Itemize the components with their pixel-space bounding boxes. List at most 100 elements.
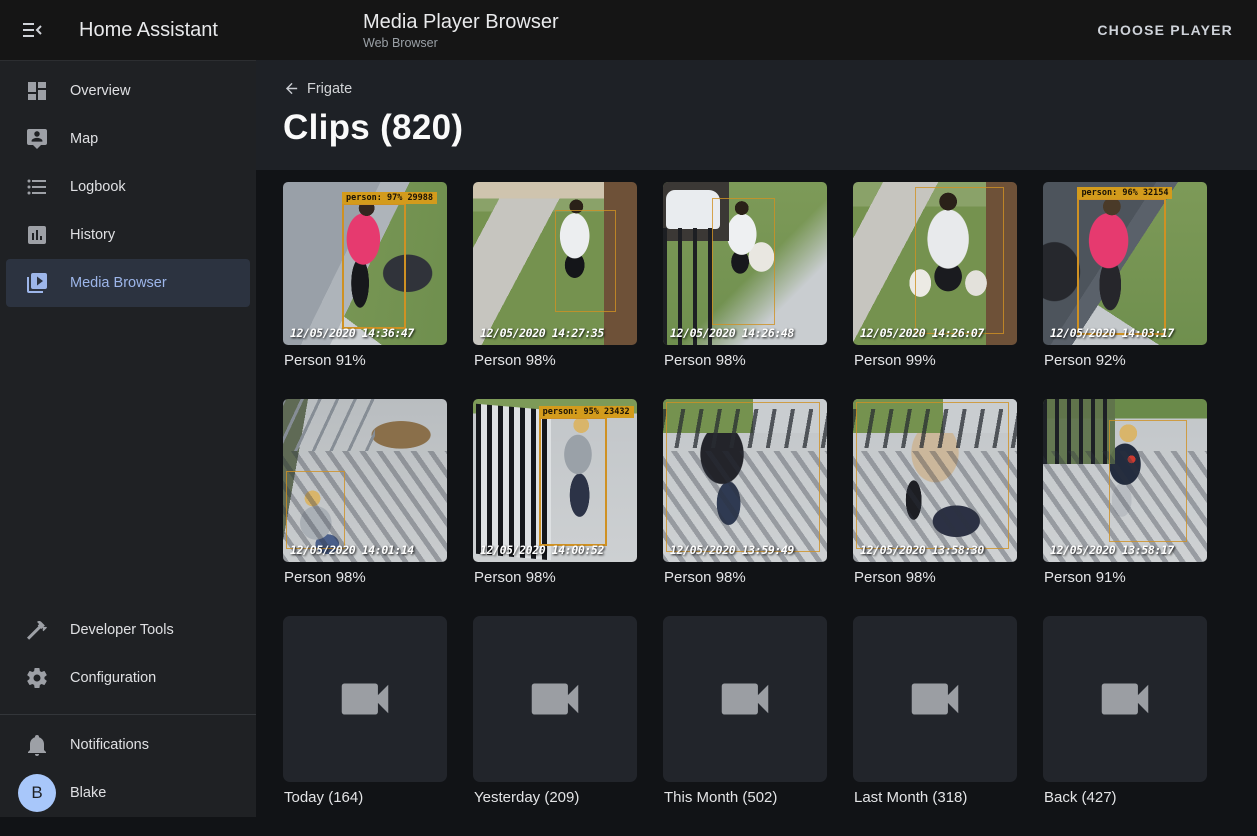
clip-timestamp: 12/05/2020 14:01:14 [290, 543, 414, 557]
folder-card-today[interactable]: Today (164) [283, 616, 447, 806]
app-header: Home Assistant Media Player Browser Web … [0, 0, 1257, 60]
folder-tile [283, 616, 447, 782]
clip-thumbnail: person: 97% 29988 12/05/2020 14:36:47 [283, 182, 447, 345]
detection-bbox [915, 187, 1004, 334]
user-avatar: B [18, 774, 56, 812]
clip-label: Person 98% [854, 569, 1017, 586]
folder-card-this-month[interactable]: This Month (502) [663, 616, 827, 806]
clip-card[interactable]: 12/05/2020 13:58:30 Person 98% [853, 399, 1017, 586]
video-icon [714, 668, 776, 730]
clip-timestamp: 12/05/2020 14:03:17 [1050, 326, 1174, 340]
detection-bbox: person: 96% 32154 [1077, 198, 1166, 335]
folder-label: Back (427) [1044, 789, 1207, 806]
clip-label: Person 98% [664, 352, 827, 369]
clip-label: Person 98% [284, 569, 447, 586]
clip-thumbnail: 12/05/2020 13:58:17 [1043, 399, 1207, 562]
sidebar-toggle-icon[interactable] [20, 18, 44, 42]
clip-card[interactable]: 12/05/2020 13:59:49 Person 98% [663, 399, 827, 586]
video-icon [334, 668, 396, 730]
folder-tile [473, 616, 637, 782]
clip-card[interactable]: person: 97% 29988 12/05/2020 14:36:47 Pe… [283, 182, 447, 369]
clip-card[interactable]: 12/05/2020 14:26:48 Person 98% [663, 182, 827, 369]
media-browser-panel: Frigate Clips (820) person: 97% 29988 12… [256, 60, 1257, 817]
breadcrumb[interactable]: Frigate [283, 80, 352, 97]
folder-tile [663, 616, 827, 782]
detection-bbox [712, 198, 774, 325]
clip-thumbnail: person: 95% 23432 12/05/2020 14:00:52 [473, 399, 637, 562]
sidebar-item-configuration[interactable]: Configuration [6, 654, 250, 702]
video-icon [904, 668, 966, 730]
clip-card[interactable]: 12/05/2020 13:58:17 Person 91% [1043, 399, 1207, 586]
sidebar-item-user[interactable]: B Blake [6, 769, 250, 817]
art-railing [283, 399, 375, 451]
clip-label: Person 98% [474, 352, 637, 369]
sidebar-item-history[interactable]: History [6, 211, 250, 259]
app-title: Home Assistant [79, 19, 239, 42]
clip-label: Person 92% [1044, 352, 1207, 369]
clip-card[interactable]: 12/05/2020 14:27:35 Person 98% [473, 182, 637, 369]
breadcrumb-label: Frigate [307, 81, 352, 97]
sidebar-item-media-browser[interactable]: Media Browser [6, 259, 250, 307]
detection-bbox [286, 471, 345, 549]
clip-card[interactable]: person: 96% 32154 12/05/2020 14:03:17 Pe… [1043, 182, 1207, 369]
sidebar-item-label: Configuration [70, 670, 156, 686]
clip-label: Person 98% [474, 569, 637, 586]
detection-bbox [1109, 420, 1188, 542]
video-icon [1094, 668, 1156, 730]
clip-label: Person 99% [854, 352, 1017, 369]
arrow-left-icon [283, 80, 300, 97]
clip-timestamp: 12/05/2020 13:58:17 [1050, 543, 1174, 557]
choose-player-button[interactable]: CHOOSE PLAYER [1085, 12, 1245, 48]
clip-timestamp: 12/05/2020 13:58:30 [860, 543, 984, 557]
clip-card[interactable]: 12/05/2020 14:26:07 Person 99% [853, 182, 1017, 369]
clip-label: Person 91% [284, 352, 447, 369]
chart-box-icon [25, 223, 49, 247]
folder-card-back[interactable]: Back (427) [1043, 616, 1207, 806]
detection-bbox [555, 210, 616, 313]
detection-label: person: 97% 29988 [342, 192, 437, 204]
clip-label: Person 91% [1044, 569, 1207, 586]
clip-card[interactable]: 12/05/2020 14:01:14 Person 98% [283, 399, 447, 586]
clip-thumbnail: 12/05/2020 14:27:35 [473, 182, 637, 345]
folder-card-last-month[interactable]: Last Month (318) [853, 616, 1017, 806]
folder-card-yesterday[interactable]: Yesterday (209) [473, 616, 637, 806]
clip-timestamp: 12/05/2020 14:27:35 [480, 326, 604, 340]
sidebar-item-label: Notifications [70, 737, 149, 753]
detection-bbox [666, 402, 820, 552]
clip-thumbnail: person: 96% 32154 12/05/2020 14:03:17 [1043, 182, 1207, 345]
clip-thumbnail: 12/05/2020 14:01:14 [283, 399, 447, 562]
clip-timestamp: 12/05/2020 14:36:47 [290, 326, 414, 340]
folder-label: Last Month (318) [854, 789, 1017, 806]
tooltip-account-icon [25, 127, 49, 151]
detection-label: person: 95% 23432 [539, 406, 634, 418]
folder-label: Yesterday (209) [474, 789, 637, 806]
folder-label: Today (164) [284, 789, 447, 806]
folder-tile [853, 616, 1017, 782]
sidebar-item-label: Media Browser [70, 275, 167, 291]
clip-thumbnail: 12/05/2020 14:26:07 [853, 182, 1017, 345]
clip-thumbnail: 12/05/2020 13:59:49 [663, 399, 827, 562]
user-name: Blake [70, 785, 106, 801]
sidebar-item-developer-tools[interactable]: Developer Tools [6, 606, 250, 654]
sidebar-item-label: Overview [70, 83, 130, 99]
sidebar-item-label: History [70, 227, 115, 243]
format-list-bulleted-icon [25, 175, 49, 199]
detection-label: person: 96% 32154 [1077, 187, 1172, 199]
clips-grid: person: 97% 29988 12/05/2020 14:36:47 Pe… [283, 182, 1230, 836]
clip-card[interactable]: person: 95% 23432 12/05/2020 14:00:52 Pe… [473, 399, 637, 586]
media-browser-header: Frigate Clips (820) [256, 60, 1257, 170]
cog-icon [25, 666, 49, 690]
video-icon [524, 668, 586, 730]
sidebar-item-map[interactable]: Map [6, 115, 250, 163]
page-subtitle: Web Browser [363, 36, 559, 50]
detection-bbox [856, 402, 1009, 549]
sidebar-spacer [0, 307, 256, 606]
sidebar: Overview Map Logbook History Media Brows… [0, 60, 256, 817]
clip-thumbnail: 12/05/2020 13:58:30 [853, 399, 1017, 562]
sidebar-item-logbook[interactable]: Logbook [6, 163, 250, 211]
sidebar-item-notifications[interactable]: Notifications [6, 721, 250, 769]
page-heading: Clips (820) [283, 108, 1230, 148]
sidebar-item-overview[interactable]: Overview [6, 67, 250, 115]
sidebar-item-label: Map [70, 131, 98, 147]
clips-grid-container: person: 97% 29988 12/05/2020 14:36:47 Pe… [256, 170, 1257, 836]
